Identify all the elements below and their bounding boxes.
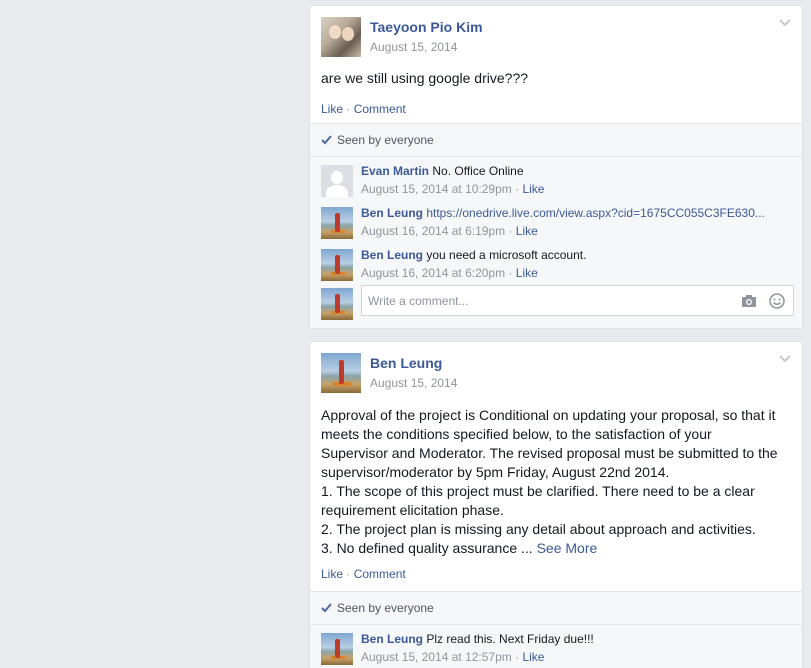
comments-section: Seen by everyone Ben Leung Plz read this… [310, 591, 802, 668]
smiley-icon[interactable] [769, 293, 785, 309]
checkmark-icon [321, 603, 332, 613]
post-actions: Like · Comment [310, 102, 802, 116]
comment-like-link[interactable]: Like [522, 650, 544, 664]
commenter-avatar[interactable] [321, 633, 353, 665]
separator: · [346, 102, 351, 116]
like-link[interactable]: Like [321, 102, 343, 116]
commenter-avatar[interactable] [321, 207, 353, 239]
post-text-line: supervisor/moderator by 5pm Friday, Augu… [321, 464, 670, 480]
author-avatar[interactable] [321, 17, 361, 57]
comment-text: you need a microsoft account. [426, 248, 587, 262]
comment-text: No. Office Online [432, 164, 524, 178]
post-actions: Like · Comment [310, 567, 802, 581]
post-header: Ben Leung August 15, 2014 [310, 342, 802, 396]
see-more-link[interactable]: See More [537, 540, 598, 556]
post-text-line: Supervisor and Moderator. The revised pr… [321, 445, 778, 461]
comment-input[interactable] [368, 286, 718, 315]
checkmark-icon [321, 135, 332, 145]
comment: Evan Martin No. Office Online August 15,… [310, 157, 802, 199]
chevron-down-icon[interactable] [778, 352, 792, 364]
comment-link[interactable]: Comment [354, 567, 406, 581]
post-card: Ben Leung August 15, 2014 Approval of th… [309, 341, 803, 668]
post-text: Approval of the project is Conditional o… [310, 406, 802, 558]
author-name[interactable]: Taeyoon Pio Kim [370, 19, 483, 35]
seen-text: Seen by everyone [337, 601, 434, 615]
commenter-name[interactable]: Evan Martin [361, 164, 429, 178]
commenter-avatar[interactable] [321, 165, 353, 197]
comment-link[interactable]: Comment [354, 102, 406, 116]
like-link[interactable]: Like [321, 567, 343, 581]
comment-text: Plz read this. Next Friday due!!! [426, 632, 594, 646]
commenter-name[interactable]: Ben Leung [361, 632, 423, 646]
camera-icon[interactable] [741, 294, 757, 308]
comment-like-link[interactable]: Like [516, 224, 538, 238]
seen-by: Seen by everyone [310, 592, 802, 625]
post-text-line: Approval of the project is Conditional o… [321, 407, 776, 423]
author-avatar[interactable] [321, 353, 361, 393]
comment-time[interactable]: August 15, 2014 at 10:29pm [361, 182, 512, 196]
post-date[interactable]: August 15, 2014 [370, 376, 457, 390]
author-name[interactable]: Ben Leung [370, 355, 442, 371]
comments-section: Seen by everyone Evan Martin No. Office … [310, 123, 802, 328]
post-text-line: 2. The project plan is missing any detai… [321, 521, 756, 537]
current-user-avatar [321, 288, 353, 320]
post-date[interactable]: August 15, 2014 [370, 40, 457, 54]
comment: Ben Leung you need a microsoft account. … [310, 241, 802, 283]
comment-time[interactable]: August 15, 2014 at 12:57pm [361, 650, 512, 664]
post-text-line: meets the conditions specified below, to… [321, 426, 712, 442]
post-text-line: 3. No defined quality assurance ... [321, 540, 533, 556]
post-card: Taeyoon Pio Kim August 15, 2014 are we s… [309, 5, 803, 329]
comment: Ben Leung Plz read this. Next Friday due… [310, 625, 802, 667]
comment-like-link[interactable]: Like [516, 266, 538, 280]
seen-by: Seen by everyone [310, 124, 802, 157]
comment-link-url[interactable]: https://onedrive.live.com/view.aspx?cid=… [426, 206, 765, 220]
comment-time[interactable]: August 16, 2014 at 6:19pm [361, 224, 505, 238]
commenter-name[interactable]: Ben Leung [361, 248, 423, 262]
separator: · [346, 567, 351, 581]
comment: Ben Leung https://onedrive.live.com/view… [310, 199, 802, 241]
comment-like-link[interactable]: Like [522, 182, 544, 196]
comment-time[interactable]: August 16, 2014 at 6:20pm [361, 266, 505, 280]
separator: · [515, 182, 520, 196]
separator: · [508, 224, 513, 238]
write-comment-box[interactable] [361, 285, 794, 316]
post-header: Taeyoon Pio Kim August 15, 2014 [310, 6, 802, 60]
commenter-avatar[interactable] [321, 249, 353, 281]
post-text: are we still using google drive??? [321, 70, 529, 86]
separator: · [508, 266, 513, 280]
post-text-line: 1. The scope of this project must be cla… [321, 483, 755, 499]
post-text-line: requirement elicitation phase. [321, 502, 504, 518]
chevron-down-icon[interactable] [778, 16, 792, 28]
separator: · [515, 650, 520, 664]
seen-text: Seen by everyone [337, 133, 434, 147]
commenter-name[interactable]: Ben Leung [361, 206, 423, 220]
write-comment-row [310, 283, 802, 325]
